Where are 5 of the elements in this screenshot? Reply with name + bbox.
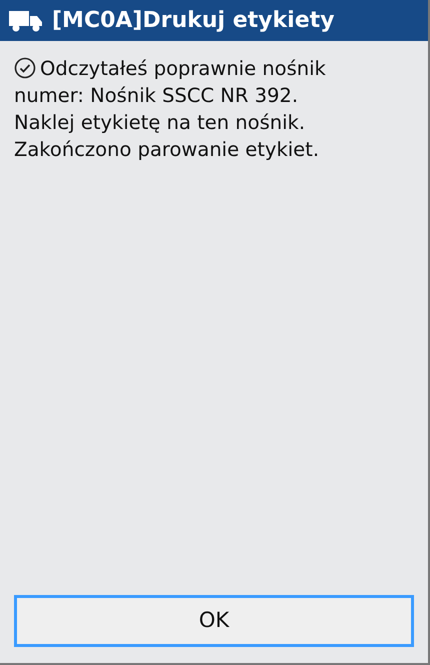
window-title: [MC0A]Drukuj etykiety	[52, 7, 334, 35]
truck-icon	[8, 8, 44, 32]
check-circle-icon	[14, 57, 36, 79]
message-text: Odczytałeś poprawnie nośnik numer: Nośnik SSCC NR 392. Naklej etykietę na ten nośnik. Zakończono parowanie etykiet.	[14, 56, 326, 163]
ok-button[interactable]: OK	[14, 595, 414, 647]
